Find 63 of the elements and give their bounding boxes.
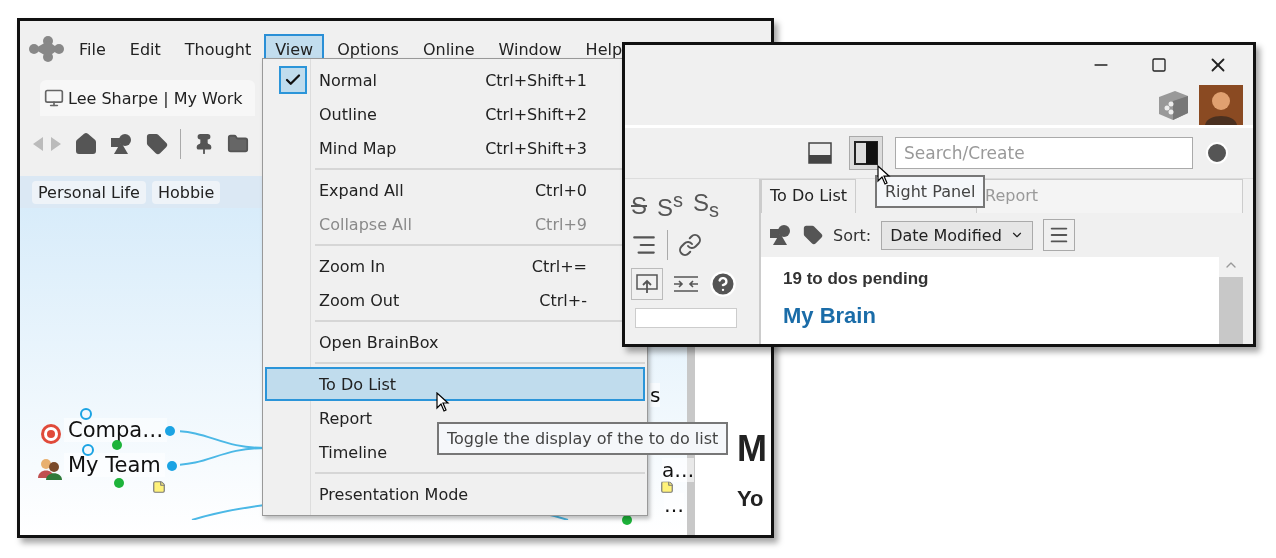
document-tab[interactable]: Lee Sharpe | My Work xyxy=(40,80,255,116)
scrollbar-thumb[interactable] xyxy=(1219,277,1243,344)
tooltip: Right Panel xyxy=(875,175,986,208)
panel-text: Yo xyxy=(737,486,765,512)
cursor-icon xyxy=(436,392,450,412)
pinned-thought[interactable]: Hobbie xyxy=(151,180,221,204)
panel-tab[interactable]: To Do List xyxy=(761,179,857,213)
menu-item[interactable]: Outline Ctrl+Shift+2 xyxy=(265,97,619,131)
menu-icon[interactable] xyxy=(1042,219,1075,251)
section-heading: My Brain xyxy=(783,303,877,329)
input-field[interactable] xyxy=(635,308,737,328)
map-node[interactable]: My Team xyxy=(64,453,165,477)
format-button[interactable]: S$^{s}$ xyxy=(657,189,684,222)
panel-text: M xyxy=(737,428,768,470)
pending-count: 19 to dos pending xyxy=(783,269,930,289)
connector-dot[interactable] xyxy=(112,440,122,450)
tag-icon[interactable] xyxy=(146,133,168,155)
sort-label: Sort: xyxy=(833,225,872,245)
menu-bar-item[interactable]: Thought xyxy=(173,33,263,65)
connector-dot[interactable] xyxy=(114,478,124,488)
menu-item[interactable]: Expand All Ctrl+0 xyxy=(265,173,619,207)
shapes-icon[interactable] xyxy=(769,224,793,246)
collapse-icon[interactable] xyxy=(673,274,699,294)
connector-dot[interactable] xyxy=(167,461,177,471)
search-field[interactable]: Search/Create xyxy=(895,137,1193,169)
node-text: s xyxy=(650,383,661,407)
avatar-icon[interactable] xyxy=(1199,85,1243,125)
menu-bar-item[interactable]: Edit xyxy=(118,33,172,65)
connector-dot[interactable] xyxy=(80,408,92,420)
tab-title: Lee Sharpe | My Work xyxy=(68,88,243,108)
link-icon[interactable] xyxy=(678,233,702,257)
clock-icon[interactable] xyxy=(1205,141,1229,165)
menu-item[interactable]: Mind Map Ctrl+Shift+3 xyxy=(265,131,619,165)
menu-item[interactable]: Presentation Mode xyxy=(265,477,619,511)
note-icon xyxy=(660,480,674,494)
note-icon xyxy=(152,480,166,494)
folder-icon[interactable] xyxy=(227,133,249,155)
maximize-icon[interactable] xyxy=(1151,57,1167,73)
sort-dropdown[interactable]: Date Modified xyxy=(881,220,1033,250)
menu-item[interactable]: Normal Ctrl+Shift+1 xyxy=(265,63,619,97)
help-icon[interactable] xyxy=(709,270,737,298)
home-icon[interactable] xyxy=(74,132,98,156)
cursor-icon xyxy=(877,165,891,185)
scrollbar[interactable] xyxy=(1219,257,1243,344)
map-node[interactable]: Compa… xyxy=(64,418,168,442)
format-button[interactable]: S$_{s}$ xyxy=(693,189,720,222)
tooltip: Toggle the display of the to do list xyxy=(437,422,729,455)
connector-dot[interactable] xyxy=(165,426,175,436)
menu-item[interactable]: To Do List xyxy=(265,367,645,401)
format-button[interactable]: S xyxy=(631,191,647,220)
connector-dot[interactable] xyxy=(82,444,94,456)
target-icon xyxy=(40,423,62,445)
menu-item[interactable]: Zoom Out Ctrl+- xyxy=(265,283,619,317)
app-logo-icon xyxy=(26,35,66,63)
shapes-icon[interactable] xyxy=(110,133,134,155)
menu-bar-item[interactable]: File xyxy=(68,33,117,65)
computer-icon xyxy=(44,88,64,108)
right-panel-button[interactable] xyxy=(849,136,883,170)
pinned-thought[interactable]: Personal Life xyxy=(32,180,146,204)
menu-item[interactable]: Zoom In Ctrl+= xyxy=(265,249,619,283)
people-icon xyxy=(38,458,62,480)
menu-item[interactable]: Open BrainBox xyxy=(265,325,619,359)
tag-icon[interactable] xyxy=(803,225,823,245)
